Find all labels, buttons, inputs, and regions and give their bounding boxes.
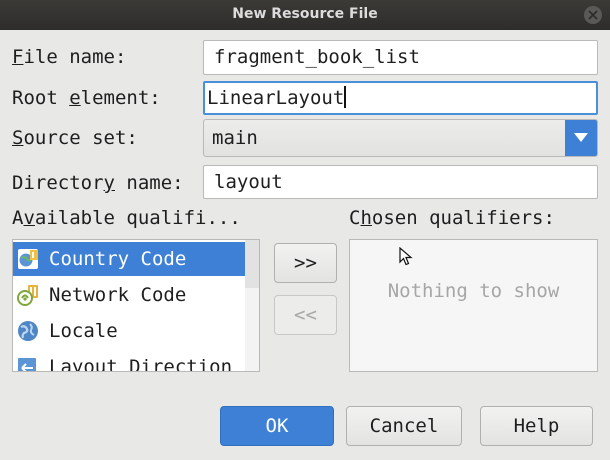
list-item-label: Country Code <box>49 248 187 270</box>
text-caret <box>344 86 347 108</box>
empty-state-text: Nothing to show <box>387 280 560 302</box>
ok-button[interactable]: OK <box>220 406 334 446</box>
layout-direction-icon <box>18 358 36 371</box>
chosen-qualifiers-label: Chosen qualifiers: <box>349 207 555 229</box>
list-item-network-code[interactable]: Network Code <box>13 278 245 312</box>
list-scrollbar[interactable] <box>245 240 259 371</box>
root-element-field[interactable]: LinearLayout <box>203 81 598 115</box>
title-bar: New Resource File <box>0 0 610 30</box>
list-item-label: Network Code <box>49 284 187 306</box>
dropdown-toggle[interactable] <box>565 120 597 156</box>
chevron-down-icon <box>574 133 588 142</box>
list-item-country-code[interactable]: Country Code <box>13 242 245 276</box>
root-element-label: Root element: <box>12 87 161 109</box>
globe-icon <box>18 321 38 341</box>
list-item-locale[interactable]: Locale <box>13 314 245 348</box>
remove-qualifier-button[interactable]: << <box>274 295 337 335</box>
add-qualifier-button[interactable]: >> <box>274 243 337 283</box>
network-code-icon <box>17 285 38 306</box>
directory-name-label: Directory name: <box>12 172 184 194</box>
dialog-title: New Resource File <box>232 6 378 22</box>
root-element-value: LinearLayout <box>207 87 345 109</box>
file-name-field[interactable]: fragment_book_list <box>203 40 598 75</box>
directory-name-field[interactable]: layout <box>203 165 598 199</box>
source-set-label: Source set: <box>12 127 138 149</box>
chosen-qualifiers-list[interactable]: Nothing to show <box>349 239 598 372</box>
close-button[interactable] <box>584 6 602 24</box>
available-qualifiers-list[interactable]: Country Code Network Code Locale Layout … <box>12 239 260 372</box>
source-set-value: main <box>212 127 258 149</box>
file-name-label: File name: <box>12 46 127 68</box>
scrollbar-thumb[interactable] <box>245 240 259 288</box>
source-set-dropdown[interactable]: main <box>203 119 598 157</box>
available-qualifiers-label: Available qualifi... <box>12 207 241 229</box>
list-item-label: Locale <box>49 320 118 342</box>
help-button[interactable]: Help <box>480 406 593 446</box>
mouse-cursor-icon <box>399 247 413 266</box>
close-icon <box>588 10 598 20</box>
list-item-label: Layout Direction <box>49 356 233 372</box>
cancel-button[interactable]: Cancel <box>346 406 462 446</box>
list-item-layout-direction[interactable]: Layout Direction <box>13 350 245 372</box>
country-code-icon <box>18 249 38 269</box>
